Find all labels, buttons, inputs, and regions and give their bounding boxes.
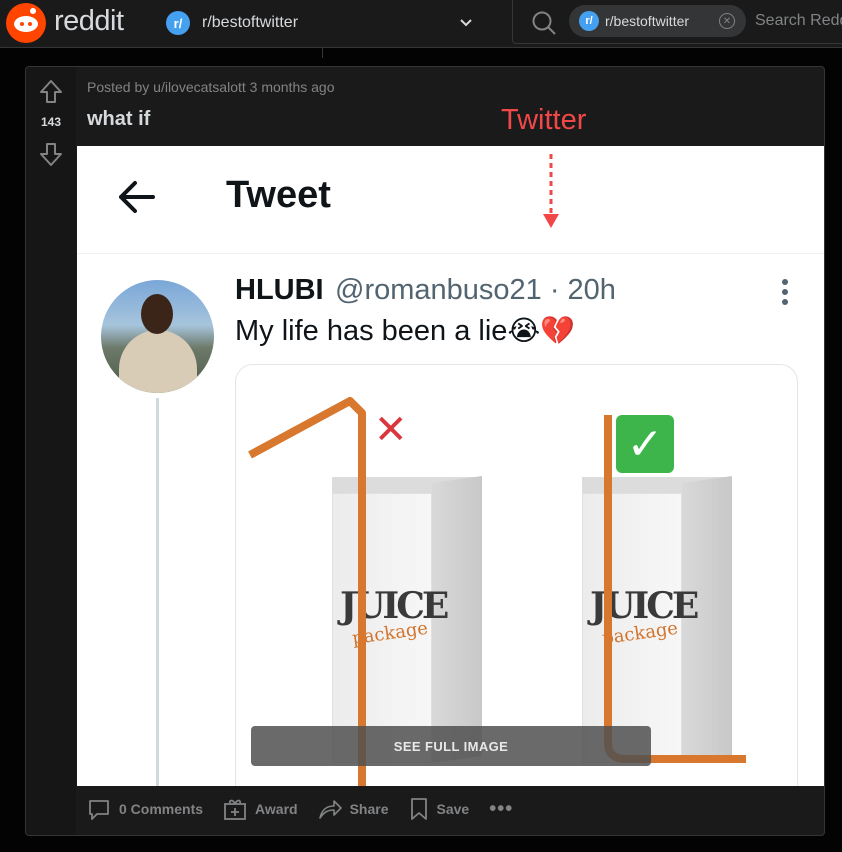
search-icon	[532, 11, 556, 35]
award-label: Award	[255, 801, 298, 817]
upvote-icon[interactable]	[39, 79, 63, 105]
close-icon[interactable]: ✕	[719, 13, 735, 29]
vote-column: 143	[26, 67, 76, 835]
reddit-wordmark[interactable]: reddit	[54, 5, 124, 38]
post-actions: 0 Comments Award Share Save •••	[77, 791, 523, 827]
share-label: Share	[349, 801, 389, 817]
award-button[interactable]: Award	[213, 791, 308, 827]
top-bar: reddit r/ r/bestoftwitter r/ r/bestoftwi…	[0, 0, 842, 48]
subreddit-icon: r/	[166, 11, 190, 35]
wrong-mark-icon: ✕	[374, 408, 408, 452]
tweet-handle: @romanbuso21 · 20h	[335, 274, 616, 306]
avatar	[101, 280, 214, 393]
tweet-text-body: My life has been a lie	[235, 315, 508, 347]
tweet-emoji: 😭💔	[507, 314, 576, 347]
see-full-image-button[interactable]: SEE FULL IMAGE	[251, 726, 651, 766]
more-vertical-icon	[782, 279, 788, 305]
reddit-logo-icon[interactable]	[6, 3, 46, 43]
community-switcher[interactable]: r/ r/bestoftwitter	[160, 8, 488, 38]
check-mark-icon: ✓	[616, 415, 674, 473]
save-button[interactable]: Save	[399, 791, 480, 827]
thread-line	[156, 398, 159, 786]
more-options-button[interactable]: •••	[479, 791, 523, 827]
search-community-chip[interactable]: r/ r/bestoftwitter ✕	[569, 5, 746, 37]
tweet-author-name: HLUBI	[235, 274, 324, 306]
share-icon	[318, 800, 342, 819]
vote-score: 143	[40, 115, 62, 129]
share-button[interactable]: Share	[308, 791, 399, 827]
post-image[interactable]: Tweet HLUBI @romanbuso21 · 20h My life h…	[77, 146, 824, 786]
comments-button[interactable]: 0 Comments	[77, 791, 213, 827]
twitter-annotation: Twitter	[501, 104, 587, 136]
chip-label: r/bestoftwitter	[605, 13, 690, 29]
tweet-text: My life has been a lie😭💔	[235, 314, 575, 348]
divider	[322, 48, 323, 58]
save-label: Save	[436, 801, 470, 817]
back-arrow-icon	[119, 181, 155, 213]
subreddit-icon: r/	[579, 11, 599, 31]
bookmark-icon	[410, 798, 427, 820]
post-card[interactable]: 143 Posted by u/ilovecatsalott 3 months …	[25, 66, 825, 836]
search-bar[interactable]: r/ r/bestoftwitter ✕ Search Reddit	[512, 0, 842, 44]
post-meta[interactable]: Posted by u/ilovecatsalott 3 months ago	[87, 79, 334, 95]
tweet-header: Tweet	[77, 146, 824, 254]
subreddit-name: r/bestoftwitter	[202, 14, 299, 31]
search-input[interactable]: Search Reddit	[755, 12, 842, 30]
comments-label: 0 Comments	[119, 801, 204, 817]
chevron-down-icon	[460, 19, 472, 27]
tweet-header-title: Tweet	[226, 174, 331, 216]
tweet-image-card: JUICE package ✕ JUICE package ✓	[235, 364, 798, 786]
downvote-icon[interactable]	[39, 141, 63, 167]
comment-icon	[89, 800, 109, 820]
post-title[interactable]: what if	[87, 108, 150, 131]
award-icon	[224, 799, 246, 820]
